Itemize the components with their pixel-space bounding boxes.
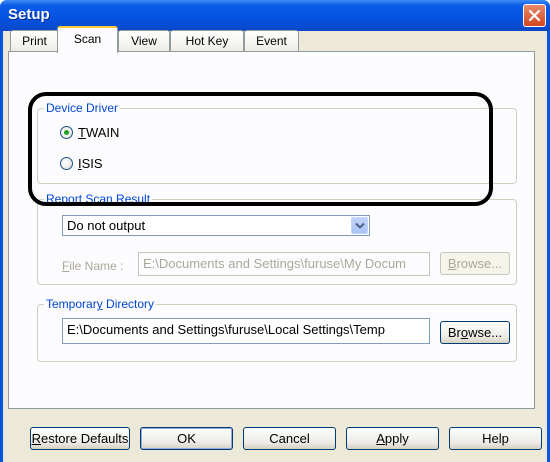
temp-browse-button[interactable]: Browse... [440, 321, 510, 344]
restore-defaults-label: Restore Defaults [31, 431, 129, 446]
help-button[interactable]: Help [449, 427, 542, 450]
tab-print[interactable]: Print [10, 30, 59, 52]
window-title: Setup [8, 6, 50, 23]
tab-scan-label: Scan [73, 32, 102, 46]
chevron-down-icon [355, 222, 365, 229]
file-name-label: File Name : [62, 259, 124, 273]
cancel-button[interactable]: Cancel [243, 427, 336, 450]
temp-browse-label: Browse... [447, 325, 503, 340]
tab-event-label: Event [256, 34, 287, 48]
cancel-label: Cancel [269, 431, 310, 446]
restore-defaults-button[interactable]: Restore Defaults [30, 427, 130, 450]
temporary-directory-value: E:\Documents and Settings\furuse\Local S… [67, 322, 385, 337]
report-browse-label: Browse... [447, 256, 503, 271]
annotation-highlight [28, 92, 493, 206]
apply-button[interactable]: Apply [346, 427, 439, 450]
report-output-select[interactable]: Do not output [62, 215, 370, 236]
tab-view-label: View [131, 34, 157, 48]
tab-hot-key-label: Hot Key [185, 34, 229, 48]
temporary-directory-field[interactable]: E:\Documents and Settings\furuse\Local S… [62, 318, 430, 344]
file-name-value: E:\Documents and Settings\furuse\My Docu… [143, 256, 407, 271]
report-browse-button[interactable]: Browse... [440, 252, 510, 275]
tab-hot-key[interactable]: Hot Key [170, 30, 244, 52]
help-label: Help [482, 431, 509, 446]
apply-label: Apply [376, 431, 409, 446]
tab-print-label: Print [22, 34, 47, 48]
ok-label: OK [177, 431, 196, 446]
tab-event[interactable]: Event [244, 30, 299, 52]
tab-view[interactable]: View [118, 30, 170, 52]
close-button[interactable] [523, 4, 546, 27]
file-name-field[interactable]: E:\Documents and Settings\furuse\My Docu… [138, 252, 430, 276]
dropdown-button[interactable] [351, 217, 368, 234]
temporary-directory-label: Temporary Directory [44, 297, 157, 311]
report-output-value: Do not output [67, 218, 146, 233]
tab-scan[interactable]: Scan [57, 26, 118, 53]
close-icon [528, 9, 541, 22]
ok-button[interactable]: OK [140, 427, 233, 450]
